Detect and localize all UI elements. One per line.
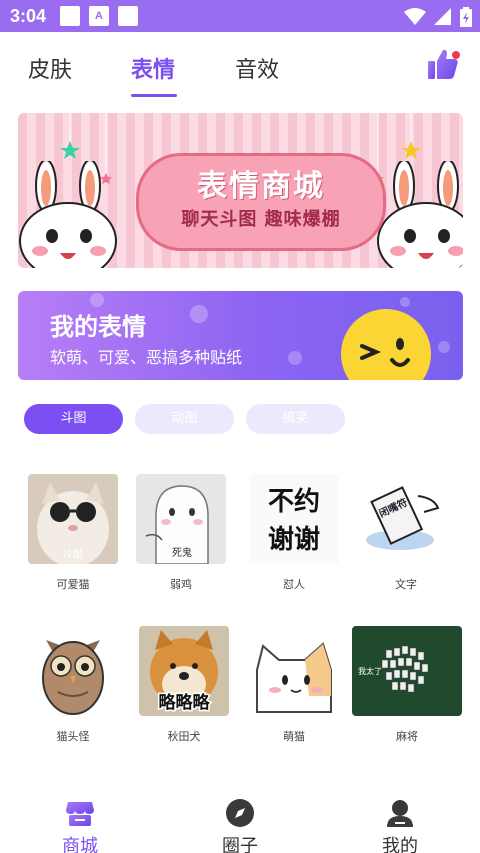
my-stickers-title: 我的表情 xyxy=(50,313,146,341)
nav-store-label: 商城 xyxy=(62,836,98,853)
no-thanks-text-thumb: 不约 谢谢 xyxy=(249,474,339,564)
top-tabs: 皮肤 表情 音效 xyxy=(0,32,480,98)
owl-monster-thumb xyxy=(28,626,118,716)
shut-up-charm-thumb: 闭嘴符 xyxy=(358,474,448,564)
sticker-overlay: 略略略 xyxy=(159,692,211,713)
sticker-overlay: 我太了 xyxy=(358,666,382,676)
signal-icon xyxy=(434,8,451,25)
bubble-decor xyxy=(288,351,302,365)
cute-cat-thumb xyxy=(249,626,339,716)
tab-sound[interactable]: 音效 xyxy=(235,52,279,84)
nav-store[interactable]: 商城 xyxy=(20,790,140,853)
nav-mine-label: 我的 xyxy=(382,836,418,853)
bubble-decor xyxy=(90,293,104,307)
chip-animated[interactable]: 动图 xyxy=(135,404,234,434)
akita-dog-thumb: 略略略 xyxy=(139,626,229,716)
bottom-nav: 商城 圈子 我的 xyxy=(0,790,480,853)
square-icon xyxy=(60,6,80,26)
square-icon xyxy=(118,6,138,26)
nav-circle[interactable]: 圈子 xyxy=(180,790,300,853)
sticker-label: 可爱猫 xyxy=(56,578,90,591)
sticker-text-line2: 谢谢 xyxy=(268,524,320,555)
bubble-decor xyxy=(190,305,208,323)
a-icon: A xyxy=(89,6,109,26)
sticker-label: 弱鸡 xyxy=(170,578,192,591)
status-time: 3:04 xyxy=(10,6,47,26)
thumbs-up-icon[interactable] xyxy=(426,47,462,81)
banner-subtitle: 聊天斗图 趣味爆棚 xyxy=(181,209,341,230)
sticker-label: 秋田犬 xyxy=(167,730,201,743)
nav-mine[interactable]: 我的 xyxy=(340,790,460,853)
sticker-text-line1: 不约 xyxy=(268,486,320,517)
banner-title: 表情商城 xyxy=(197,169,325,204)
chip-doutu[interactable]: 斗图 xyxy=(24,404,123,434)
my-stickers-card[interactable]: 我的表情 软萌、可爱、恶搞多种贴纸 xyxy=(18,291,463,380)
tab-skin[interactable]: 皮肤 xyxy=(28,52,72,84)
my-stickers-subtitle: 软萌、可爱、恶搞多种贴纸 xyxy=(50,348,243,367)
nav-circle-label: 圈子 xyxy=(222,836,258,853)
wink-smiley-icon xyxy=(341,309,431,380)
tab-indicator xyxy=(131,94,177,97)
weak-chick-thumb: 死鬼 xyxy=(136,474,226,564)
sticker-label: 文字 xyxy=(395,578,417,591)
battery-icon xyxy=(460,7,472,27)
cool-cat-thumb: 冷酷 xyxy=(28,474,118,564)
sticker-overlay: 冷酷 xyxy=(63,548,83,561)
wifi-icon xyxy=(404,8,426,25)
tab-sticker[interactable]: 表情 xyxy=(131,52,175,84)
sticker-label: 怼人 xyxy=(283,578,305,591)
sticker-overlay: 死鬼 xyxy=(172,546,192,559)
bubble-decor xyxy=(400,297,410,307)
compass-icon xyxy=(226,799,254,827)
sticker-label: 萌猫 xyxy=(283,730,305,743)
sticker-label: 猫头怪 xyxy=(56,730,90,743)
sticker-label: 麻将 xyxy=(396,730,418,743)
mahjong-thumb: 我太了 xyxy=(352,626,462,716)
chip-funny[interactable]: 搞笑 xyxy=(246,404,345,434)
bunny-left-icon xyxy=(19,161,117,268)
user-icon xyxy=(387,800,413,827)
store-icon xyxy=(66,802,94,826)
bubble-decor xyxy=(438,341,450,353)
status-bar: 3:04 A xyxy=(0,0,480,32)
sticker-mall-banner[interactable]: 表情商城 聊天斗图 趣味爆棚 xyxy=(18,113,463,268)
